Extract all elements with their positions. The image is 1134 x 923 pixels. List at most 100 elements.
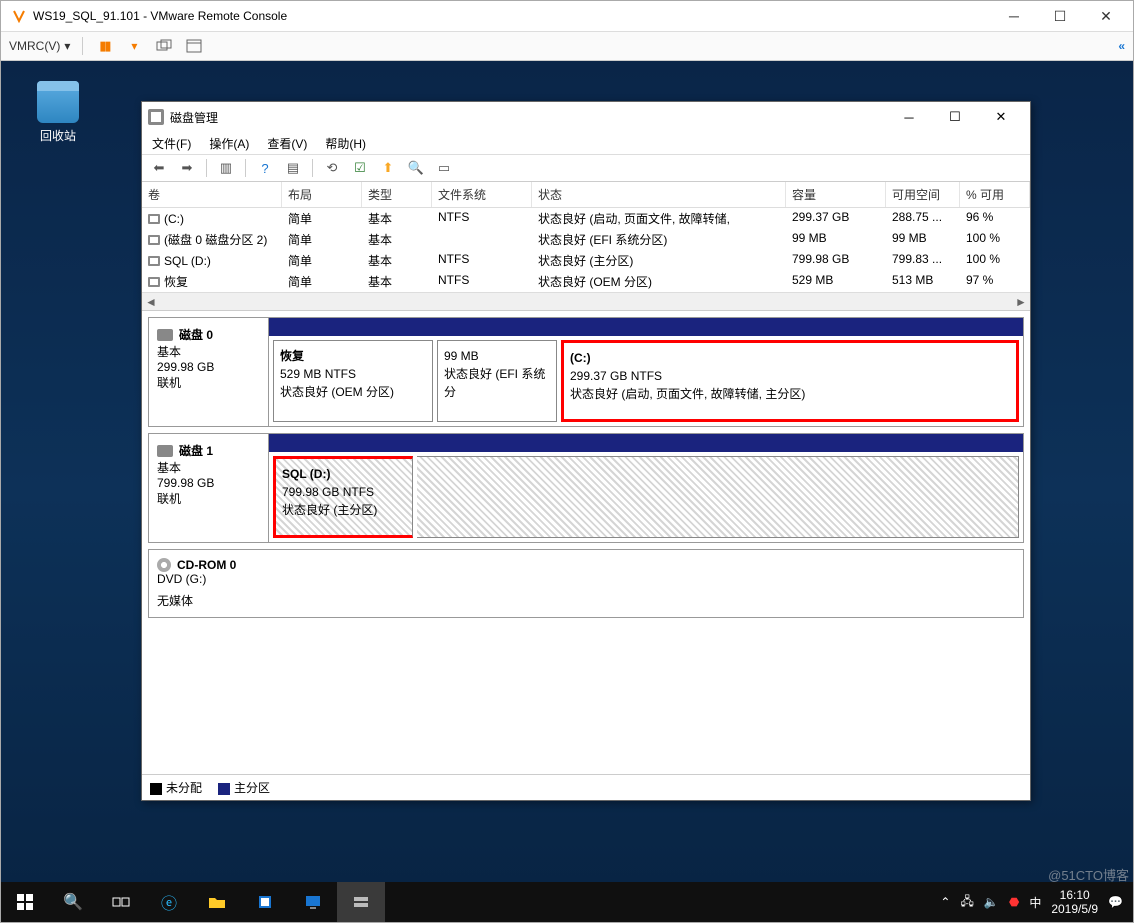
taskbar-app[interactable] — [289, 882, 337, 922]
vmware-titlebar[interactable]: WS19_SQL_91.101 - VMware Remote Console … — [1, 1, 1133, 31]
disk-1-partition-sql[interactable]: SQL (D:) 799.98 GB NTFS 状态良好 (主分区) — [273, 456, 413, 538]
pause-icon[interactable]: ▮▮ — [95, 37, 113, 55]
tray-volume-icon[interactable]: 🔈 — [984, 895, 999, 909]
menu-view[interactable]: 查看(V) — [267, 135, 307, 152]
settings-icon[interactable]: 🔍 — [405, 157, 427, 179]
dm-titlebar[interactable]: 磁盘管理 ─ ☐ ✕ — [142, 102, 1030, 132]
volume-type: 基本 — [362, 230, 432, 249]
volume-name: 恢复 — [164, 273, 188, 290]
disk-1-partition-extent[interactable] — [417, 456, 1019, 538]
action-icon[interactable]: ⬆ — [377, 157, 399, 179]
volume-layout: 简单 — [282, 272, 362, 291]
volume-type: 基本 — [362, 251, 432, 270]
disk-icon — [157, 329, 173, 341]
col-layout[interactable]: 布局 — [282, 182, 362, 207]
disk-0-partition-efi[interactable]: 99 MB 状态良好 (EFI 系统分 — [437, 340, 557, 422]
vmrc-menu[interactable]: VMRC(V) ▾ — [9, 39, 70, 53]
partition-size: 99 MB — [444, 347, 550, 365]
col-status[interactable]: 状态 — [532, 182, 786, 207]
guest-desktop[interactable]: 回收站 磁盘管理 ─ ☐ ✕ 文件(F) 操作(A) 查看(V) 帮助(H) ⬅ — [1, 61, 1133, 922]
tray-network-icon[interactable]: 🖧 — [960, 892, 973, 913]
volume-list-header[interactable]: 卷 布局 类型 文件系统 状态 容量 可用空间 % 可用 — [142, 182, 1030, 208]
legend-primary-icon — [218, 783, 230, 795]
taskbar[interactable]: 🔍 ⓔ ⌃ 🖧 🔈 ⬣ 中 — [1, 882, 1133, 922]
task-view-button[interactable] — [97, 882, 145, 922]
partition-size: 799.98 GB NTFS — [282, 483, 406, 501]
vmware-minimize-button[interactable]: ─ — [991, 1, 1037, 31]
properties-icon[interactable]: ▤ — [282, 157, 304, 179]
recycle-bin-label: 回收站 — [23, 127, 93, 144]
show-hide-tree-icon[interactable]: ▥ — [215, 157, 237, 179]
tray-up-icon[interactable]: ⌃ — [940, 895, 950, 909]
recycle-bin[interactable]: 回收站 — [23, 81, 93, 144]
cdrom-block[interactable]: CD-ROM 0 DVD (G:) 无媒体 — [148, 549, 1024, 618]
vmware-maximize-button[interactable]: ☐ — [1037, 1, 1083, 31]
cdrom-type: DVD (G:) — [157, 572, 261, 586]
disk-1-bar — [269, 434, 1023, 452]
toolbar-separator — [312, 159, 313, 177]
col-filesystem[interactable]: 文件系统 — [432, 182, 532, 207]
dm-legend: 未分配 主分区 — [142, 774, 1030, 800]
send-cad-icon[interactable] — [155, 37, 173, 55]
list-icon[interactable]: ▭ — [433, 157, 455, 179]
power-dropdown-icon[interactable]: ▾ — [125, 37, 143, 55]
vmware-title-text: WS19_SQL_91.101 - VMware Remote Console — [33, 9, 991, 23]
volume-name: (磁盘 0 磁盘分区 2) — [164, 231, 267, 248]
dm-maximize-button[interactable]: ☐ — [932, 103, 978, 131]
volume-icon — [148, 256, 160, 266]
col-capacity[interactable]: 容量 — [786, 182, 886, 207]
col-percent[interactable]: % 可用 — [960, 182, 1030, 207]
menu-action[interactable]: 操作(A) — [209, 135, 249, 152]
vmware-close-button[interactable]: ✕ — [1083, 1, 1129, 31]
disk-0-size: 299.98 GB — [157, 360, 260, 374]
disk-0-label: 磁盘 0 — [179, 326, 213, 343]
disk-1-block[interactable]: 磁盘 1 基本 799.98 GB 联机 SQL (D:) 799.98 GB … — [148, 433, 1024, 543]
volume-row[interactable]: (磁盘 0 磁盘分区 2)简单基本状态良好 (EFI 系统分区)99 MB99 … — [142, 229, 1030, 250]
disk-0-partition-c[interactable]: (C:) 299.37 GB NTFS 状态良好 (启动, 页面文件, 故障转储… — [561, 340, 1019, 422]
col-volume[interactable]: 卷 — [142, 182, 282, 207]
start-button[interactable] — [1, 882, 49, 922]
scroll-left-icon[interactable]: ◄ — [142, 295, 160, 309]
col-free[interactable]: 可用空间 — [886, 182, 960, 207]
rescan-icon[interactable]: ☑ — [349, 157, 371, 179]
taskbar-disk-management[interactable] — [337, 882, 385, 922]
volume-row[interactable]: SQL (D:)简单基本NTFS状态良好 (主分区)799.98 GB799.8… — [142, 250, 1030, 271]
volume-free: 288.75 ... — [886, 209, 960, 228]
menu-file[interactable]: 文件(F) — [152, 135, 191, 152]
scroll-right-icon[interactable]: ► — [1012, 295, 1030, 309]
volume-row[interactable]: (C:)简单基本NTFS状态良好 (启动, 页面文件, 故障转储,299.37 … — [142, 208, 1030, 229]
clock-time: 16:10 — [1051, 888, 1098, 902]
volume-layout: 简单 — [282, 230, 362, 249]
taskbar-server-manager[interactable] — [241, 882, 289, 922]
help-icon[interactable]: ? — [254, 157, 276, 179]
col-type[interactable]: 类型 — [362, 182, 432, 207]
tray-security-icon[interactable]: ⬣ — [1009, 895, 1019, 909]
system-tray[interactable]: ⌃ 🖧 🔈 ⬣ 中 16:10 2019/5/9 💬 — [930, 888, 1133, 917]
volume-pct: 100 % — [960, 230, 1030, 249]
fullscreen-icon[interactable] — [185, 37, 203, 55]
horizontal-scrollbar[interactable]: ◄ ► — [142, 292, 1030, 310]
menu-help[interactable]: 帮助(H) — [325, 135, 366, 152]
back-icon[interactable]: ⬅ — [148, 157, 170, 179]
taskbar-explorer[interactable] — [193, 882, 241, 922]
volume-fs — [432, 230, 532, 249]
volume-name: SQL (D:) — [164, 254, 211, 268]
disk-graphical-pane: 磁盘 0 基本 299.98 GB 联机 恢复 529 MB NTFS 状态良好… — [142, 311, 1030, 774]
volume-status: 状态良好 (主分区) — [532, 251, 786, 270]
legend-unallocated-label: 未分配 — [166, 781, 202, 795]
disk-0-partition-recovery[interactable]: 恢复 529 MB NTFS 状态良好 (OEM 分区) — [273, 340, 433, 422]
notifications-icon[interactable]: 💬 — [1108, 895, 1123, 909]
collapse-chevron-icon[interactable]: « — [1118, 39, 1125, 53]
taskbar-clock[interactable]: 16:10 2019/5/9 — [1051, 888, 1098, 917]
refresh-icon[interactable]: ⟲ — [321, 157, 343, 179]
vmware-console-window: WS19_SQL_91.101 - VMware Remote Console … — [0, 0, 1134, 923]
volume-row[interactable]: 恢复简单基本NTFS状态良好 (OEM 分区)529 MB513 MB97 % — [142, 271, 1030, 292]
dm-minimize-button[interactable]: ─ — [886, 103, 932, 131]
dm-close-button[interactable]: ✕ — [978, 103, 1024, 131]
taskbar-ie[interactable]: ⓔ — [145, 882, 193, 922]
disk-0-block[interactable]: 磁盘 0 基本 299.98 GB 联机 恢复 529 MB NTFS 状态良好… — [148, 317, 1024, 427]
partition-title: 恢复 — [280, 347, 426, 365]
forward-icon[interactable]: ➡ — [176, 157, 198, 179]
search-button[interactable]: 🔍 — [49, 882, 97, 922]
tray-ime-icon[interactable]: 中 — [1029, 894, 1041, 911]
